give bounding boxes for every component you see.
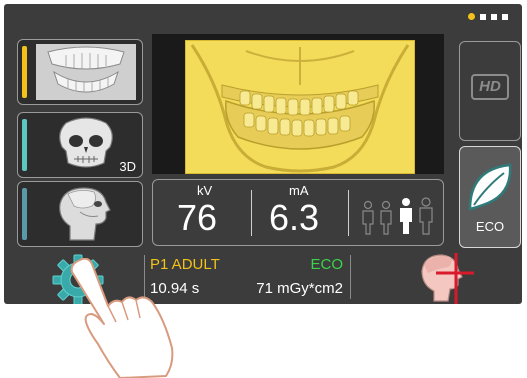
page-dot[interactable] (491, 13, 497, 20)
page-dot[interactable] (480, 13, 486, 20)
mode-accent-bar (22, 188, 27, 240)
exposure-parameters: kV 76 mA 6.3 (152, 179, 444, 246)
param-separator (348, 190, 349, 236)
eco-button[interactable]: ECO (459, 146, 521, 248)
patient-size-icon[interactable] (358, 196, 438, 236)
eco-mode-indicator: ECO (310, 256, 343, 273)
eco-label: ECO (475, 219, 505, 234)
pointing-hand-icon (68, 258, 194, 378)
3d-tag: 3D (119, 159, 136, 174)
jaw-xray-icon (36, 44, 136, 100)
mode-accent-bar (22, 46, 27, 98)
panoramic-mode-button[interactable] (17, 39, 143, 105)
xray-preview (185, 40, 415, 174)
page-dot[interactable] (502, 13, 508, 20)
head-profile-icon (36, 186, 136, 242)
kv-label: kV (197, 183, 213, 198)
param-separator (251, 190, 252, 236)
hd-button[interactable]: HD (459, 41, 521, 141)
3d-mode-button[interactable]: 3D (17, 112, 143, 178)
page-indicator (468, 13, 508, 20)
ma-label: mA (289, 183, 309, 198)
cephalometric-mode-button[interactable] (17, 181, 143, 247)
dose-value: 71 mGy*cm2 (256, 280, 343, 297)
page-dot-active[interactable] (468, 13, 475, 20)
info-separator (350, 255, 351, 299)
mode-accent-bar (22, 119, 27, 171)
hd-label: HD (471, 74, 509, 100)
kv-value[interactable]: 76 (177, 198, 217, 238)
leaf-icon (468, 163, 512, 211)
patient-positioning-icon[interactable] (412, 251, 474, 304)
ma-value[interactable]: 6.3 (269, 198, 319, 238)
